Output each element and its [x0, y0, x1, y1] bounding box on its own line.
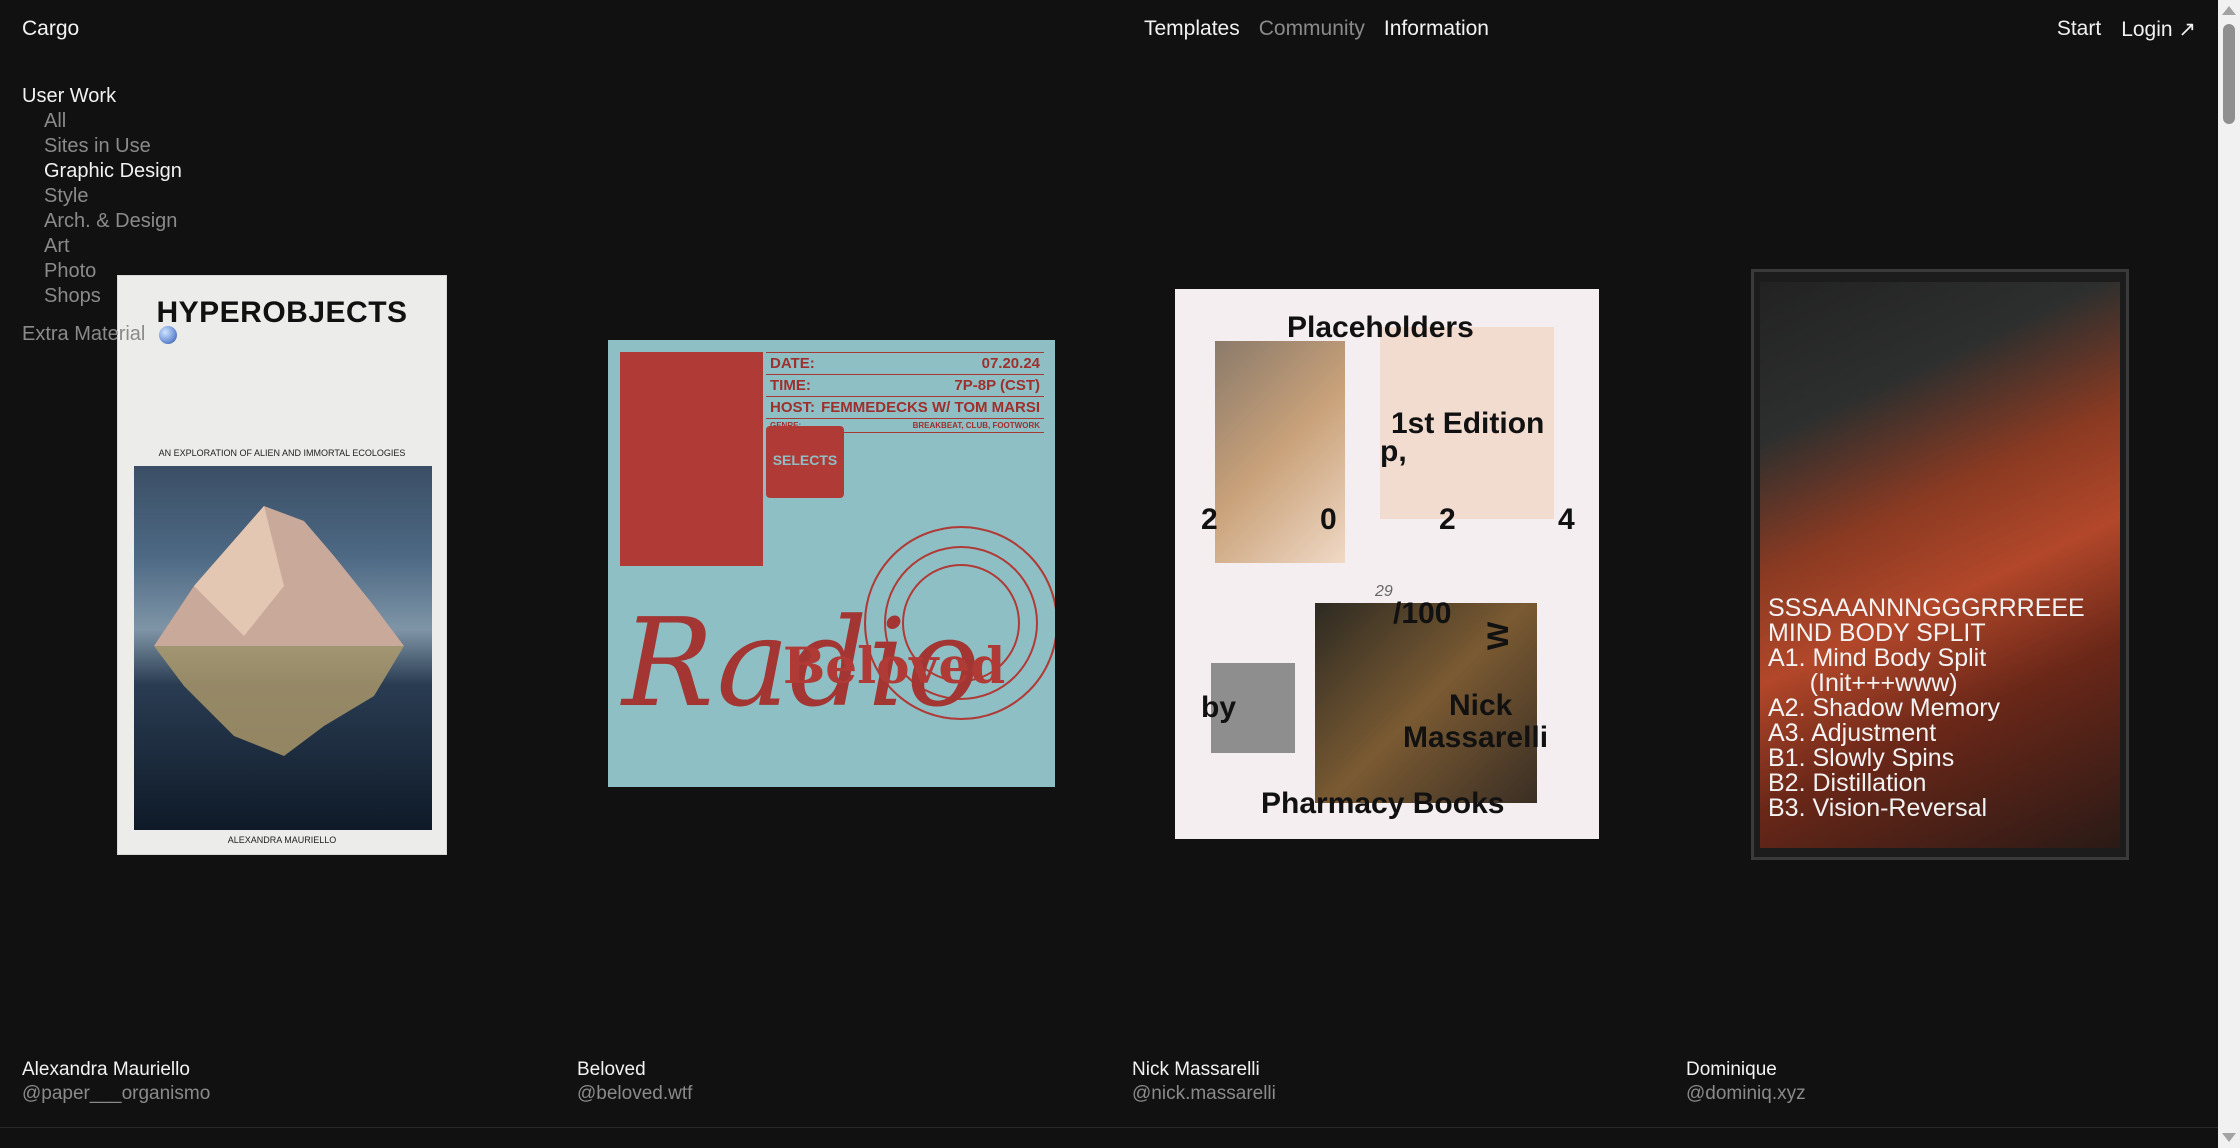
book-subtitle: AN EXPLORATION OF ALIEN AND IMMORTAL ECO…: [158, 448, 406, 458]
scroll-up-icon[interactable]: [2222, 6, 2236, 15]
collage-count-handwritten: 29: [1375, 583, 1393, 600]
book-author: ALEXANDRA MAURIELLO: [227, 835, 337, 845]
credit-handle: @paper___organismo: [22, 1083, 211, 1104]
collage-year-3: 2: [1439, 503, 1456, 536]
globe-icon: [159, 325, 178, 344]
collage-year-4: 4: [1558, 503, 1575, 536]
iceberg-illustration: [154, 506, 404, 756]
cassette-tracklist: SSSAAANNNGGGRRREEE MIND BODY SPLIT A1. M…: [1768, 594, 2085, 822]
sidebar-item-graphic-design[interactable]: Graphic Design: [22, 159, 182, 184]
event-info-table: DATE: 07.20.24 TIME: 7P-8P (CST) HOST: FEMM…: [766, 352, 1044, 433]
credit-card-2[interactable]: Beloved @beloved.wtf: [577, 1058, 692, 1106]
beloved-logo: Beloved: [783, 636, 1006, 695]
credit-name: Nick Massarelli: [1132, 1059, 1260, 1080]
extra-material-label: Extra Material: [22, 323, 146, 345]
sidebar-item-style[interactable]: Style: [22, 184, 182, 209]
credit-handle: @beloved.wtf: [577, 1083, 693, 1104]
credit-name: Dominique: [1686, 1059, 1777, 1080]
credit-card-4[interactable]: Dominique @dominiq.xyz: [1686, 1058, 1806, 1106]
sidebar-item-sites-in-use[interactable]: Sites in Use: [22, 134, 182, 159]
nav-community[interactable]: Community: [1259, 17, 1365, 41]
info-row-time: TIME: 7P-8P (CST): [766, 375, 1044, 397]
info-row-host: HOST: FEMMEDECKS W/ TOM MARSI: [766, 397, 1044, 419]
credit-name: Alexandra Mauriello: [22, 1059, 190, 1080]
sidebar-item-arch-design[interactable]: Arch. & Design: [22, 209, 182, 234]
collage-p: p,: [1380, 435, 1407, 468]
work-image-hyperobjects[interactable]: HYPEROBJECTS AN EXPLORATION OF ALIEN AND…: [118, 276, 446, 854]
selects-stamp: SELECTS: [766, 426, 844, 498]
collage-edition: 1st Edition: [1391, 407, 1545, 440]
scroll-down-icon[interactable]: [2222, 1133, 2236, 1142]
portrait-photo: [620, 352, 763, 566]
credit-card-1[interactable]: Alexandra Mauriello @paper___organismo: [22, 1058, 210, 1106]
sidebar-section-user-work[interactable]: User Work: [22, 84, 182, 109]
collage-w: W: [1482, 621, 1516, 651]
nav-templates[interactable]: Templates: [1144, 17, 1240, 41]
sidebar-item-art[interactable]: Art: [22, 234, 182, 259]
main-nav: Templates Community Information: [1144, 17, 1489, 41]
scrollbar-thumb[interactable]: [2223, 24, 2235, 124]
collage-title: Placeholders: [1287, 311, 1474, 344]
credit-handle: @nick.massarelli: [1132, 1083, 1276, 1104]
credit-card-3[interactable]: Nick Massarelli @nick.massarelli: [1132, 1058, 1276, 1106]
nav-start[interactable]: Start: [2057, 17, 2101, 42]
credit-name: Beloved: [577, 1059, 646, 1080]
nav-login[interactable]: Login ↗: [2121, 17, 2196, 42]
work-image-placeholders[interactable]: Placeholders 1st Edition p, 2 0 2 4 29 /…: [1175, 289, 1599, 839]
work-image-beloved-radio[interactable]: DATE: 07.20.24 TIME: 7P-8P (CST) HOST: FEMM…: [608, 340, 1055, 787]
row-divider: [0, 1127, 2218, 1128]
cargo-logo[interactable]: Cargo: [22, 17, 79, 41]
collage-by: by: [1201, 691, 1237, 724]
category-sidebar: User Work All Sites in Use Graphic Desig…: [22, 84, 182, 347]
work-image-mind-body-split[interactable]: SSSAAANNNGGGRRREEE MIND BODY SPLIT A1. M…: [1754, 272, 2126, 857]
iceberg-photo: [134, 466, 432, 830]
stamp-label: SELECTS: [772, 452, 838, 468]
collage-year-2: 0: [1320, 503, 1337, 536]
collage-year-1: 2: [1201, 503, 1218, 536]
sidebar-item-shops[interactable]: Shops: [22, 284, 182, 309]
nav-information[interactable]: Information: [1384, 17, 1489, 41]
collage-publisher: Pharmacy Books: [1261, 787, 1505, 820]
collage-author-last: Massarelli: [1403, 721, 1549, 754]
page-scrollbar[interactable]: [2218, 0, 2240, 1148]
credit-handle: @dominiq.xyz: [1686, 1083, 1806, 1104]
sidebar-item-photo[interactable]: Photo: [22, 259, 182, 284]
info-row-date: DATE: 07.20.24: [766, 353, 1044, 375]
account-nav: Start Login ↗: [2057, 17, 2196, 42]
top-bar: Cargo Templates Community Information St…: [0, 0, 2218, 62]
collage-author-first: Nick: [1449, 689, 1513, 722]
collage-count: /100: [1393, 597, 1452, 630]
sidebar-extra-material[interactable]: Extra Material: [22, 322, 182, 347]
sidebar-item-all[interactable]: All: [22, 109, 182, 134]
